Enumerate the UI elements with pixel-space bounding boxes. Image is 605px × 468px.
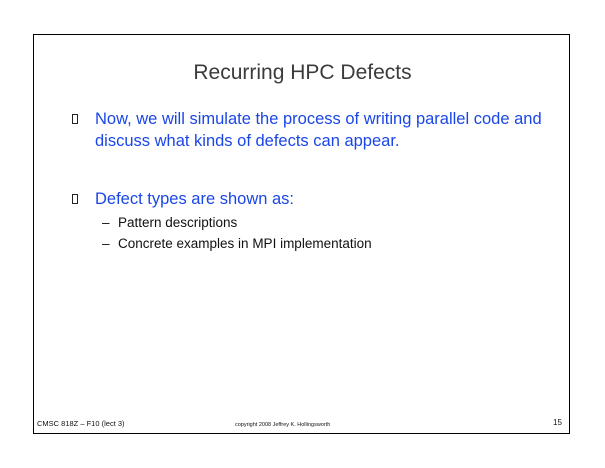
sub-item: – Pattern descriptions bbox=[102, 212, 542, 233]
sub-item-dash: – bbox=[102, 236, 110, 251]
sub-item: – Concrete examples in MPI implementatio… bbox=[102, 233, 542, 254]
slide-page: Recurring HPC Defects Now, we will simul… bbox=[0, 0, 605, 468]
footer-copyright: copyright 2008 Jeffrey K. Hollingsworth bbox=[235, 422, 331, 428]
bullet-marker-icon bbox=[72, 114, 78, 124]
sub-item-list: – Pattern descriptions – Concrete exampl… bbox=[102, 212, 542, 254]
page-number: 15 bbox=[553, 418, 562, 427]
slide-title: Recurring HPC Defects bbox=[193, 61, 412, 84]
bullet-text: Now, we will simulate the process of wri… bbox=[95, 110, 542, 150]
footer-course-label: CMSC 818Z – F10 (lect 3) bbox=[37, 419, 125, 428]
bullet-marker-icon bbox=[72, 194, 78, 204]
sub-item-dash: – bbox=[102, 215, 110, 230]
bullet-text: Defect types are shown as: bbox=[95, 190, 295, 208]
sub-item-text: Pattern descriptions bbox=[118, 215, 238, 230]
sub-item-text: Concrete examples in MPI implementation bbox=[118, 236, 372, 251]
